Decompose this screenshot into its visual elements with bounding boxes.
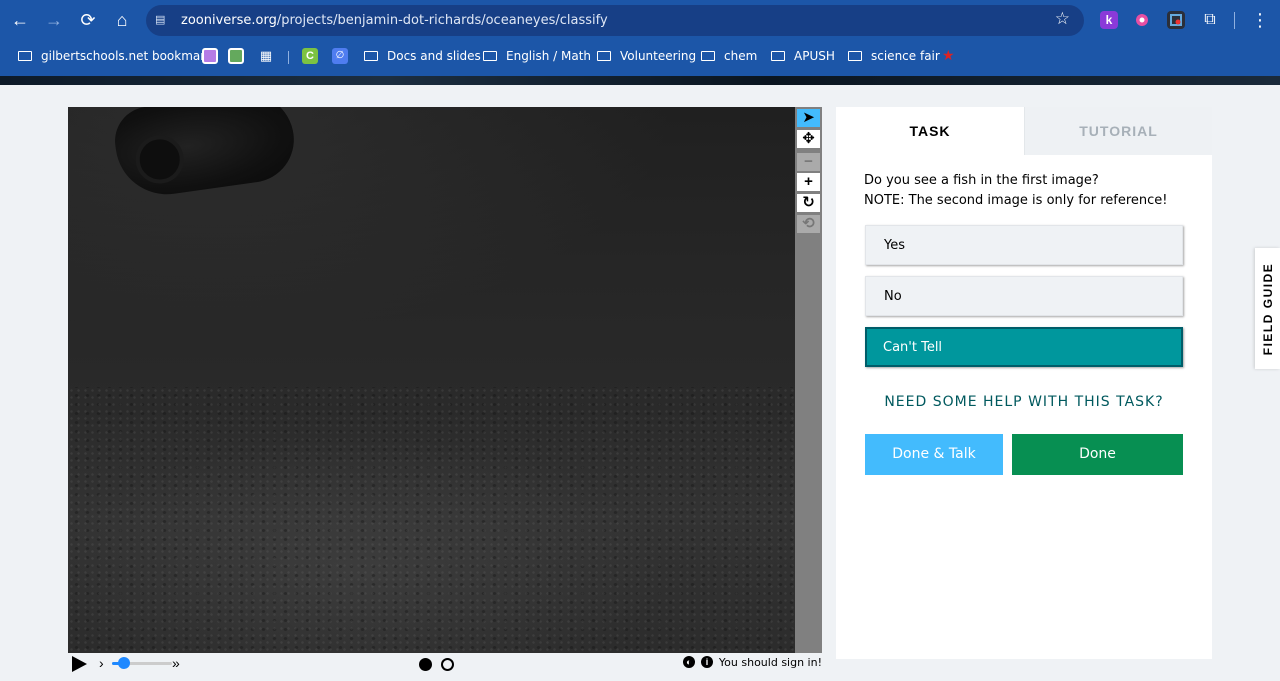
chevron-right-icon[interactable]: › bbox=[99, 653, 104, 673]
frame-controls: › » ◐ i You should sign in! bbox=[68, 653, 822, 675]
back-arrow-icon[interactable]: ← bbox=[8, 8, 32, 32]
image-toolbar: ➤ ✥ − + ↻ ⟲ bbox=[795, 107, 822, 653]
bookmarks-bar: gilbertschools.net bookmarks ▦ C ∅ Docs … bbox=[0, 41, 1280, 70]
bookmarks-divider bbox=[288, 51, 289, 64]
bookmark-label: English / Math bbox=[506, 49, 592, 63]
frame-dot-1[interactable] bbox=[419, 658, 432, 671]
move-icon[interactable]: ✥ bbox=[797, 130, 820, 148]
rotate-icon[interactable]: ↻ bbox=[797, 194, 820, 212]
c-app-icon[interactable]: C bbox=[302, 48, 318, 64]
bookmark-label: Docs and slides bbox=[387, 49, 481, 63]
green-app-icon[interactable] bbox=[228, 48, 244, 64]
zoom-in-icon[interactable]: + bbox=[797, 173, 820, 191]
bookmark-folder-science-fair[interactable]: science fair bbox=[848, 47, 940, 65]
folder-icon bbox=[701, 51, 715, 61]
bookmark-folder-english-math[interactable]: English / Math bbox=[483, 47, 591, 65]
bookmark-label: APUSH bbox=[794, 49, 835, 63]
contrast-icon[interactable]: ◐ bbox=[683, 656, 695, 668]
blue-app-icon[interactable]: ∅ bbox=[332, 48, 348, 64]
bookmark-folder-volunteering[interactable]: Volunteering bbox=[597, 47, 696, 65]
forward-arrow-icon[interactable]: → bbox=[42, 8, 66, 32]
folder-icon bbox=[597, 51, 611, 61]
field-guide-tab[interactable]: FIELD GUIDE bbox=[1255, 248, 1280, 369]
apps-grid-icon[interactable]: ▦ bbox=[258, 48, 274, 64]
site-info-icon[interactable]: ▤ bbox=[155, 13, 167, 27]
zoom-out-icon[interactable]: − bbox=[797, 153, 820, 171]
folder-icon bbox=[364, 51, 378, 61]
bookmark-label: science fair bbox=[871, 49, 940, 63]
bookmark-folder-chem[interactable]: chem bbox=[701, 47, 757, 65]
reset-icon[interactable]: ⟲ bbox=[797, 215, 820, 233]
tab-task[interactable]: TASK bbox=[836, 107, 1024, 155]
task-help-link[interactable]: NEED SOME HELP WITH THIS TASK? bbox=[836, 394, 1212, 410]
bookmark-folder-apush[interactable]: APUSH bbox=[771, 47, 835, 65]
play-icon[interactable] bbox=[72, 656, 87, 672]
field-guide-label: FIELD GUIDE bbox=[1260, 262, 1275, 355]
bookmark-label: gilbertschools.net bookmarks bbox=[41, 49, 219, 63]
pointer-icon[interactable]: ➤ bbox=[797, 109, 820, 127]
folder-icon bbox=[771, 51, 785, 61]
bookmark-managed-folder[interactable]: gilbertschools.net bookmarks bbox=[18, 47, 218, 65]
extensions-puzzle-icon[interactable]: ⧉ bbox=[1198, 8, 1222, 32]
answer-cant-tell-button[interactable]: Can't Tell bbox=[865, 327, 1183, 367]
site-header-strip bbox=[0, 70, 1280, 85]
done-button[interactable]: Done bbox=[1012, 434, 1183, 475]
speed-slider-handle[interactable] bbox=[118, 657, 130, 669]
home-icon[interactable]: ⌂ bbox=[110, 8, 134, 32]
tab-tutorial[interactable]: TUTORIAL bbox=[1024, 107, 1212, 155]
question-text: Do you see a fish in the first image? bbox=[864, 173, 1099, 188]
browser-toolbar: ← → ⟳ ⌂ ▤ zooniverse.org/projects/benjam… bbox=[0, 0, 1280, 41]
pink-extension-icon[interactable] bbox=[1133, 11, 1151, 29]
task-question: Do you see a fish in the first image? NO… bbox=[864, 171, 1168, 211]
bookmark-label: Volunteering bbox=[620, 49, 697, 63]
camera-housing bbox=[110, 107, 300, 201]
bookmark-star-icon[interactable]: ☆ bbox=[1055, 9, 1070, 29]
subject-image[interactable] bbox=[68, 107, 795, 653]
sign-in-notice: You should sign in! bbox=[718, 656, 822, 669]
answer-yes-button[interactable]: Yes bbox=[865, 225, 1183, 265]
reload-icon[interactable]: ⟳ bbox=[76, 8, 100, 32]
done-and-talk-button[interactable]: Done & Talk bbox=[865, 434, 1003, 475]
question-note: NOTE: The second image is only for refer… bbox=[864, 193, 1168, 208]
answer-no-button[interactable]: No bbox=[865, 276, 1183, 316]
k-extension-icon[interactable]: k bbox=[1100, 11, 1118, 29]
seafloor-texture bbox=[68, 387, 795, 653]
folder-icon bbox=[848, 51, 862, 61]
purple-app-icon[interactable] bbox=[202, 48, 218, 64]
address-bar[interactable]: ▤ zooniverse.org/projects/benjamin-dot-r… bbox=[146, 5, 1084, 36]
info-icon[interactable]: i bbox=[701, 656, 713, 668]
toolbar-divider bbox=[1234, 12, 1235, 29]
double-chevron-right-icon[interactable]: » bbox=[172, 653, 180, 673]
bookmark-label: chem bbox=[724, 49, 758, 63]
bookmark-folder-docs[interactable]: Docs and slides bbox=[364, 47, 481, 65]
menu-kebab-icon[interactable]: ⋮ bbox=[1248, 8, 1272, 32]
star-favicon-icon[interactable]: ★ bbox=[942, 47, 955, 65]
screen-extension-icon[interactable] bbox=[1167, 11, 1185, 29]
managed-folder-icon bbox=[18, 51, 32, 61]
folder-icon bbox=[483, 51, 497, 61]
frame-dot-2[interactable] bbox=[441, 658, 454, 671]
url-text: zooniverse.org/projects/benjamin-dot-ric… bbox=[181, 13, 608, 28]
task-panel: TASK TUTORIAL Do you see a fish in the f… bbox=[836, 107, 1212, 659]
